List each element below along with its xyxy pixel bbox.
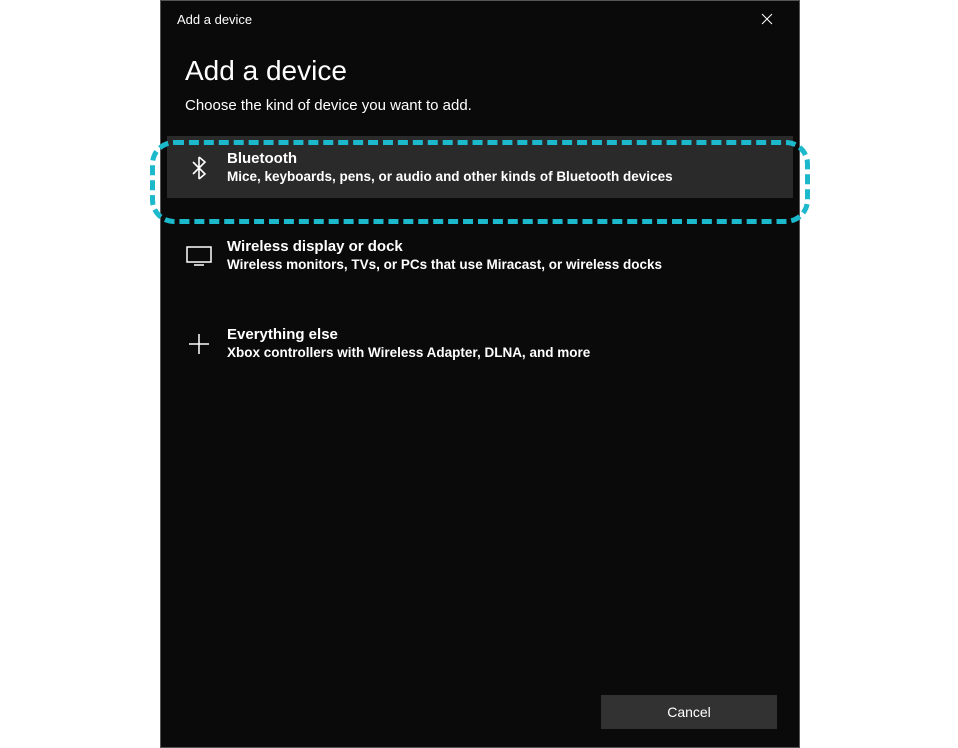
option-everything-else[interactable]: Everything else Xbox controllers with Wi… xyxy=(167,312,793,374)
option-title: Wireless display or dock xyxy=(227,238,662,255)
option-bluetooth[interactable]: Bluetooth Mice, keyboards, pens, or audi… xyxy=(167,136,793,198)
page-subheading: Choose the kind of device you want to ad… xyxy=(185,97,775,114)
plus-icon xyxy=(185,330,213,358)
bluetooth-icon xyxy=(185,154,213,182)
close-icon xyxy=(761,13,773,25)
option-title: Everything else xyxy=(227,326,590,343)
page-heading: Add a device xyxy=(185,55,775,87)
close-button[interactable] xyxy=(747,5,787,33)
cancel-button[interactable]: Cancel xyxy=(601,695,777,729)
titlebar-title: Add a device xyxy=(177,12,252,27)
option-desc: Mice, keyboards, pens, or audio and othe… xyxy=(227,169,673,184)
options-list: Bluetooth Mice, keyboards, pens, or audi… xyxy=(167,136,793,374)
option-text: Everything else Xbox controllers with Wi… xyxy=(227,326,590,360)
option-desc: Xbox controllers with Wireless Adapter, … xyxy=(227,345,590,360)
option-text: Bluetooth Mice, keyboards, pens, or audi… xyxy=(227,150,673,184)
option-desc: Wireless monitors, TVs, or PCs that use … xyxy=(227,257,662,272)
titlebar: Add a device xyxy=(161,1,799,37)
option-title: Bluetooth xyxy=(227,150,673,167)
dialog-footer: Cancel xyxy=(601,695,777,729)
option-wireless-display[interactable]: Wireless display or dock Wireless monito… xyxy=(167,224,793,286)
dialog-content: Add a device Choose the kind of device y… xyxy=(161,37,799,374)
add-device-dialog: Add a device Add a device Choose the kin… xyxy=(160,0,800,748)
option-text: Wireless display or dock Wireless monito… xyxy=(227,238,662,272)
monitor-icon xyxy=(185,242,213,270)
